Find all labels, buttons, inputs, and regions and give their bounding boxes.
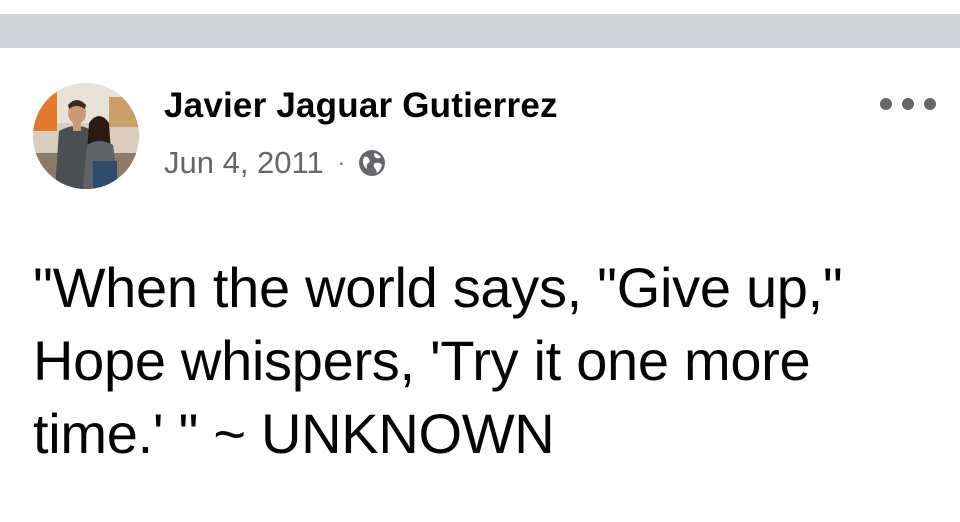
top-spacer bbox=[0, 0, 960, 14]
more-options-icon[interactable] bbox=[880, 92, 936, 116]
meta-separator: · bbox=[337, 150, 346, 175]
more-dot bbox=[924, 98, 936, 110]
more-dot bbox=[880, 98, 892, 110]
author-name[interactable]: Javier Jaguar Gutierrez bbox=[164, 86, 558, 126]
avatar-photo bbox=[33, 83, 139, 189]
avatar[interactable] bbox=[33, 83, 139, 189]
post-meta: Jun 4, 2011 · bbox=[164, 145, 387, 181]
post-card: Javier Jaguar Gutierrez Jun 4, 2011 · "W… bbox=[0, 48, 960, 522]
globe-icon bbox=[357, 148, 387, 178]
feed-divider bbox=[0, 14, 960, 48]
post-date[interactable]: Jun 4, 2011 bbox=[164, 145, 324, 181]
post-text: "When the world says, "Give up," Hope wh… bbox=[33, 256, 843, 465]
more-dot bbox=[902, 98, 914, 110]
